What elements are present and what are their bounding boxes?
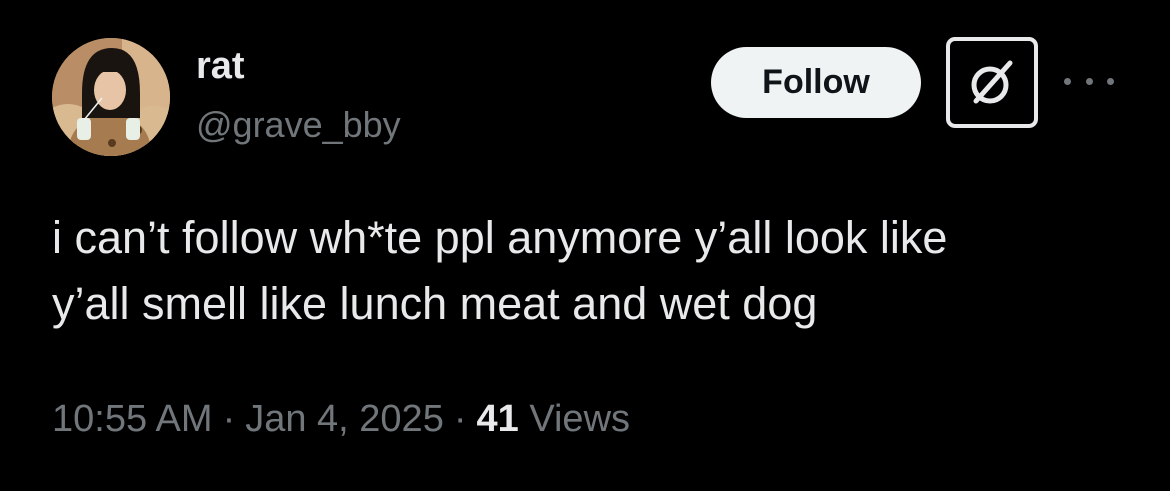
tweet-text: i can’t follow wh*te ppl anymore y’all l… [52, 205, 1132, 337]
more-dots-icon [1064, 77, 1071, 85]
more-dots-icon [1107, 77, 1114, 85]
more-options-button[interactable] [1064, 68, 1114, 94]
avatar-image [52, 38, 170, 156]
avatar[interactable] [52, 38, 170, 156]
tweet-meta: 10:55 AM · Jan 4, 2025 · 41 Views [52, 396, 630, 442]
meta-separator: · [222, 398, 236, 440]
display-name[interactable]: rat [196, 44, 245, 88]
grok-button[interactable] [946, 37, 1038, 128]
meta-separator: · [453, 398, 467, 440]
grok-icon [971, 60, 1013, 103]
tweet-date[interactable]: Jan 4, 2025 [245, 398, 444, 440]
tweet-time[interactable]: 10:55 AM [52, 398, 213, 440]
follow-button[interactable]: Follow [711, 47, 921, 118]
tweet-card: rat @grave_bby Follow i can’t follow wh*… [0, 0, 1170, 491]
views-label[interactable]: Views [529, 398, 630, 440]
tweet-text-line: i can’t follow wh*te ppl anymore y’all l… [52, 212, 948, 263]
views-count[interactable]: 41 [476, 398, 518, 440]
user-handle[interactable]: @grave_bby [196, 104, 401, 146]
more-dots-icon [1085, 77, 1093, 85]
tweet-text-line: y’all smell like lunch meat and wet dog [52, 278, 818, 329]
